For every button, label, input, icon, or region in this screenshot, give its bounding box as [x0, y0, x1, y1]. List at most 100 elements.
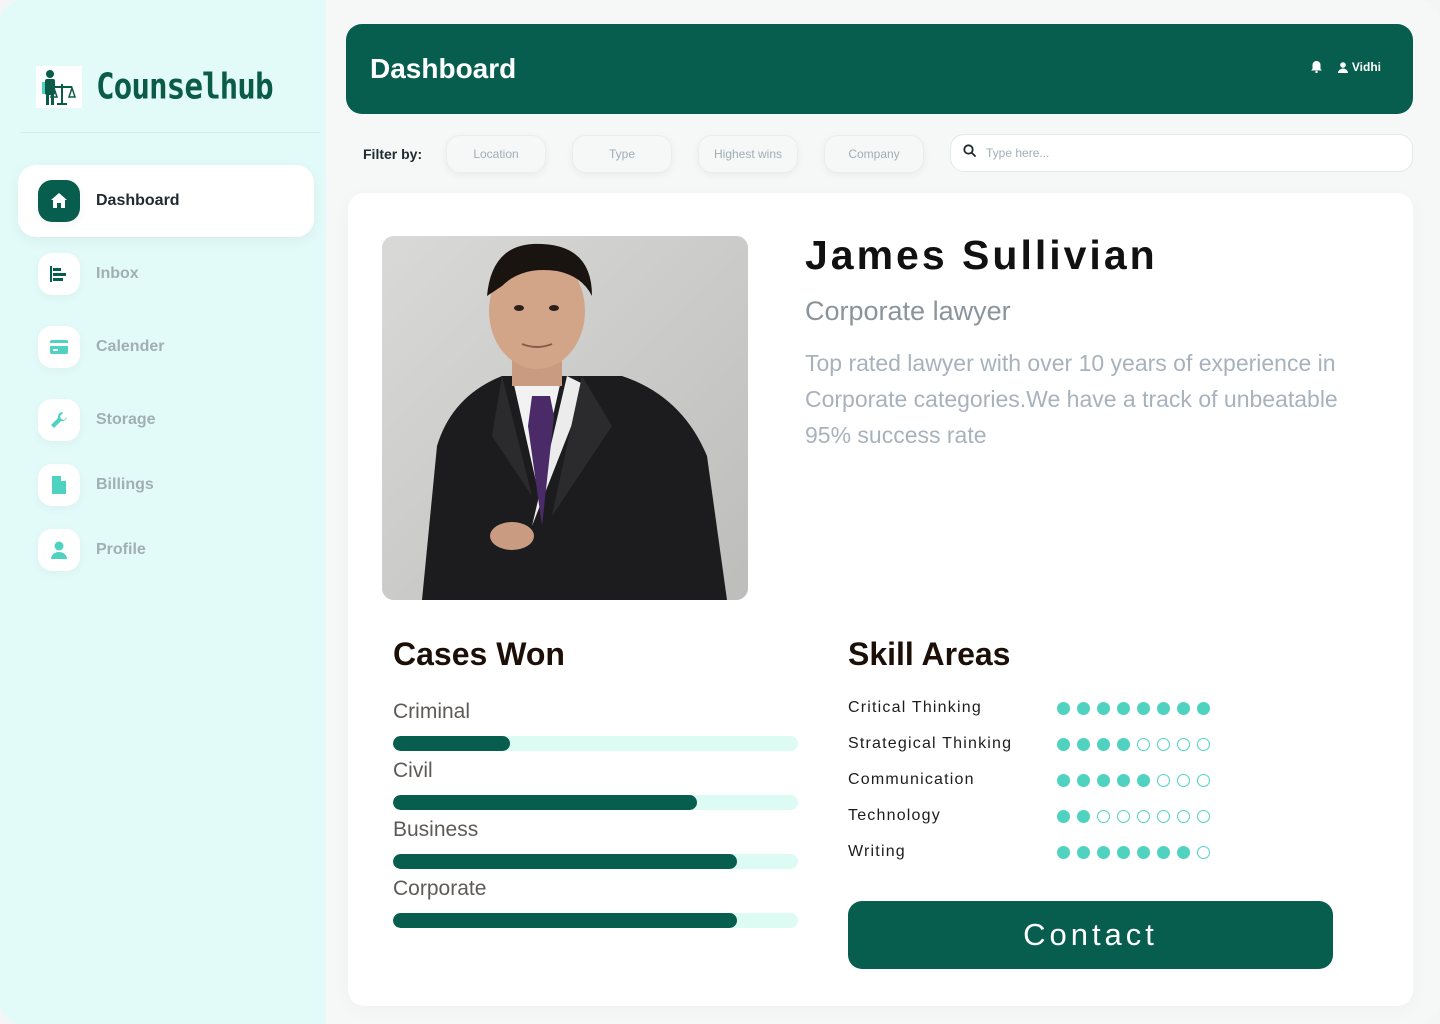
skill-dot — [1177, 738, 1190, 751]
case-label-corporate: Corporate — [393, 877, 487, 900]
skill-dot — [1197, 702, 1210, 715]
lawyer-scales-logo-icon — [36, 66, 82, 108]
skill-dot — [1177, 846, 1190, 859]
card-icon — [38, 326, 80, 368]
skill-dot — [1057, 810, 1070, 823]
skill-dot — [1137, 774, 1150, 787]
sidebar-item-label: Billings — [96, 476, 154, 493]
skill-dot — [1197, 846, 1210, 859]
wrench-icon — [38, 399, 80, 441]
skill-dot — [1057, 702, 1070, 715]
skill-rating — [1057, 810, 1217, 823]
skill-dot — [1197, 810, 1210, 823]
sidebar-item-label: Dashboard — [96, 192, 180, 209]
lawyer-bio: Top rated lawyer with over 10 years of e… — [805, 350, 1338, 448]
brand-logo[interactable]: Counselhub — [36, 66, 274, 108]
case-progress-criminal — [393, 736, 798, 751]
skill-dot — [1137, 810, 1150, 823]
skill-dot — [1057, 774, 1070, 787]
skill-dot — [1077, 738, 1090, 751]
search-icon — [963, 144, 976, 162]
bell-icon[interactable] — [1310, 61, 1322, 73]
progress-fill — [393, 854, 738, 869]
skill-areas-title: Skill Areas — [848, 636, 1011, 672]
skill-rating — [1057, 774, 1217, 787]
skill-dot — [1137, 738, 1150, 751]
skill-dot — [1077, 810, 1090, 823]
sidebar-item-calender[interactable]: Calender — [18, 311, 314, 383]
document-icon — [38, 464, 80, 506]
skill-dot — [1197, 774, 1210, 787]
skill-dot — [1117, 774, 1130, 787]
case-label-criminal: Criminal — [393, 700, 471, 723]
case-progress-civil — [393, 795, 798, 810]
skill-dot — [1117, 810, 1130, 823]
sidebar-item-storage[interactable]: Storage — [18, 384, 314, 456]
lawyer-role: Corporate lawyer — [805, 296, 1011, 326]
search-box[interactable] — [950, 134, 1413, 172]
skill-dot — [1197, 738, 1210, 751]
skill-dot — [1157, 846, 1170, 859]
skill-dot — [1097, 738, 1110, 751]
case-progress-corporate — [393, 913, 798, 928]
home-icon — [38, 180, 80, 222]
skill-dot — [1157, 774, 1170, 787]
sidebar-item-label: Inbox — [96, 265, 139, 282]
sidebar-item-label: Profile — [96, 541, 146, 558]
skill-rating — [1057, 702, 1217, 715]
filter-label: Filter by: — [363, 146, 423, 162]
search-input[interactable] — [986, 146, 1386, 160]
sidebar-item-dashboard[interactable]: Dashboard — [18, 165, 314, 237]
filter-chip-location[interactable]: Location — [446, 135, 546, 173]
user-icon — [38, 529, 80, 571]
skill-dot — [1177, 774, 1190, 787]
skill-dot — [1157, 738, 1170, 751]
user-name: Vidhi — [1351, 60, 1381, 74]
top-header: Dashboard Vidhi — [346, 24, 1413, 114]
skill-rating — [1057, 846, 1217, 859]
sidebar-item-billings[interactable]: Billings — [18, 449, 314, 521]
skill-dot — [1177, 810, 1190, 823]
case-progress-business — [393, 854, 798, 869]
skill-dot — [1137, 846, 1150, 859]
skill-dot — [1097, 810, 1110, 823]
progress-fill — [393, 795, 697, 810]
skill-label: Critical Thinking — [848, 699, 982, 716]
user-icon — [1337, 61, 1348, 73]
skill-dot — [1097, 846, 1110, 859]
sidebar-item-inbox[interactable]: Inbox — [18, 238, 314, 310]
sidebar-item-label: Storage — [96, 411, 156, 428]
filter-chip-company[interactable]: Company — [824, 135, 924, 173]
lawyer-name: James Sullivian — [805, 232, 1158, 278]
skill-dot — [1077, 846, 1090, 859]
skill-label: Technology — [848, 807, 941, 824]
sidebar-item-label: Calender — [96, 338, 165, 355]
skill-dot — [1177, 702, 1190, 715]
case-label-business: Business — [393, 818, 479, 841]
skill-dot — [1157, 810, 1170, 823]
lawyer-photo — [382, 236, 748, 600]
filter-chip-type[interactable]: Type — [572, 135, 672, 173]
skill-dot — [1117, 702, 1130, 715]
app-window: Counselhub Dashboard Inbox Calender Stor… — [0, 0, 1440, 1024]
skill-dot — [1117, 846, 1130, 859]
page-title: Dashboard — [370, 53, 517, 84]
sidebar-item-profile[interactable]: Profile — [18, 514, 314, 586]
skill-dot — [1157, 702, 1170, 715]
brand-name: Counselhub — [96, 66, 274, 108]
skill-dot — [1137, 702, 1150, 715]
skill-label: Strategical Thinking — [848, 735, 1013, 752]
header-actions: Vidhi — [1310, 60, 1381, 74]
sidebar: Counselhub Dashboard Inbox Calender Stor… — [0, 0, 326, 1024]
skill-dot — [1097, 774, 1110, 787]
skill-label: Communication — [848, 771, 975, 788]
skill-dot — [1097, 702, 1110, 715]
skill-dot — [1057, 846, 1070, 859]
user-menu[interactable]: Vidhi — [1337, 60, 1381, 74]
skill-dot — [1077, 774, 1090, 787]
skill-dot — [1057, 738, 1070, 751]
contact-button[interactable]: Contact — [848, 901, 1333, 969]
sidebar-divider — [20, 132, 320, 133]
filter-chip-highest-wins[interactable]: Highest wins — [698, 135, 798, 173]
progress-fill — [393, 913, 738, 928]
